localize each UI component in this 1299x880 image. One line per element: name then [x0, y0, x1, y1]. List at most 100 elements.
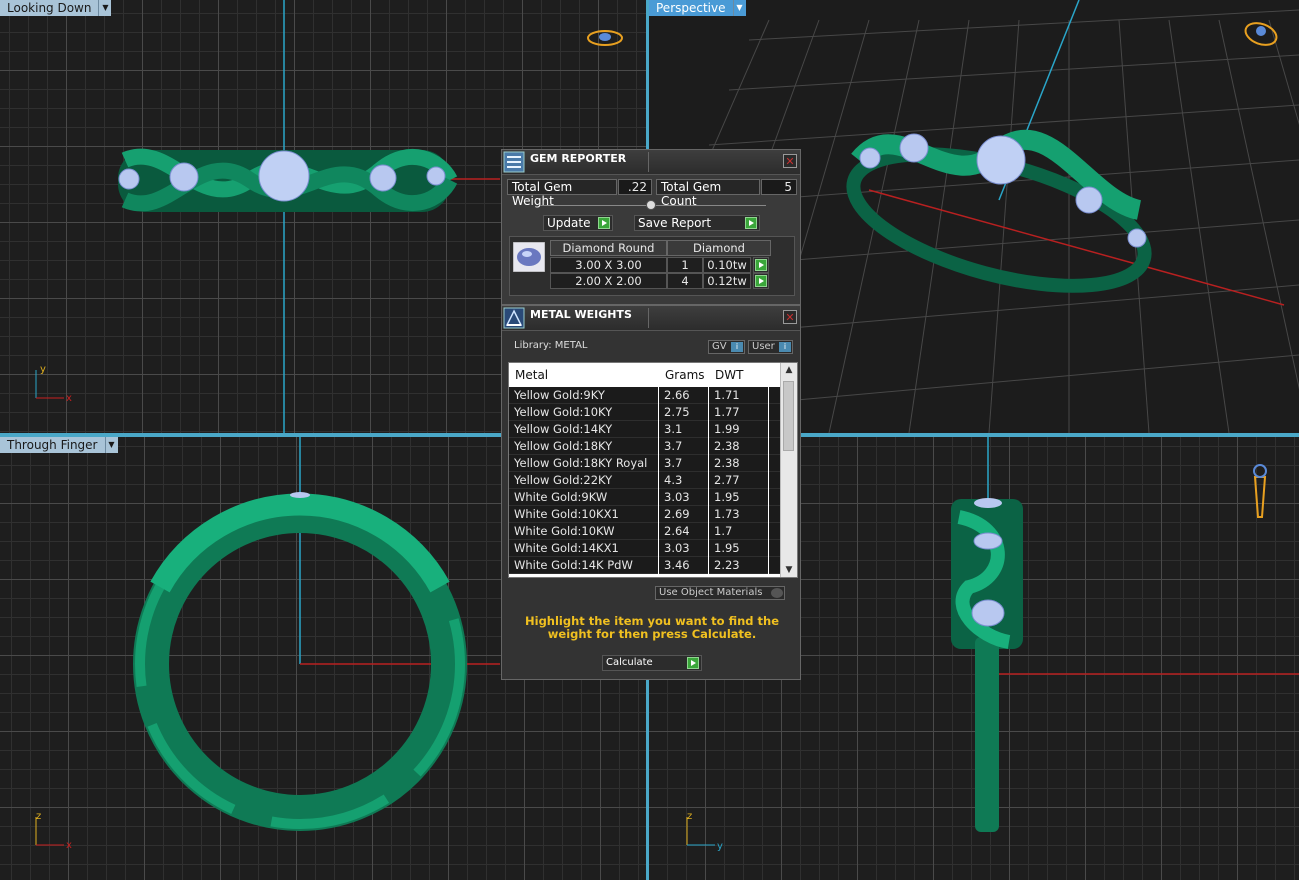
update-button[interactable]: Update [543, 215, 613, 231]
titlebar-grip[interactable] [648, 152, 779, 172]
metal-cell-metal: Yellow Gold:18KY [509, 438, 659, 455]
metal-cell-dwt: 2.38 [709, 438, 769, 455]
gem-table-header-type: Diamond [667, 240, 771, 256]
metal-row[interactable]: Yellow Gold:18KY Royal 3.7 2.38 [509, 455, 781, 472]
metal-cell-metal: Yellow Gold:22KY [509, 472, 659, 489]
metal-cell-dwt: 1.7 [709, 523, 769, 540]
metal-cell-dwt: 2.77 [709, 472, 769, 489]
metal-weights-title: METAL WEIGHTS [530, 308, 632, 321]
metal-row[interactable]: Yellow Gold:9KY 2.66 1.71 [509, 387, 781, 404]
metal-row[interactable]: White Gold:14KX1 3.03 1.95 [509, 540, 781, 557]
metal-cell-grams: 3.46 [659, 557, 709, 574]
column-dwt[interactable]: DWT [715, 368, 743, 382]
info-icon: i [731, 342, 743, 352]
column-metal[interactable]: Metal [515, 368, 548, 382]
metal-cell-metal: Yellow Gold:14KY [509, 421, 659, 438]
play-icon [598, 217, 610, 229]
total-gem-count-label: Total Gem Count [656, 179, 760, 208]
column-grams[interactable]: Grams [665, 368, 705, 382]
chevron-down-icon[interactable]: ▼ [98, 0, 112, 16]
gem-table-header-shape: Diamond Round [550, 240, 667, 256]
metal-cell-metal: White Gold:14KX1 [509, 540, 659, 557]
metal-row[interactable]: Yellow Gold:10KY 2.75 1.77 [509, 404, 781, 421]
metal-cell-grams: 2.66 [659, 387, 709, 404]
ring-nav-icon-perspective [1244, 22, 1278, 46]
ring-nav-icon-side [1253, 464, 1267, 518]
metal-cell-metal: Yellow Gold:18KY Royal [509, 455, 659, 472]
metal-cell-grams: 3.03 [659, 489, 709, 506]
total-gem-count-value: 5 [761, 179, 797, 195]
titlebar-grip[interactable] [648, 308, 779, 328]
close-icon[interactable]: ✕ [783, 154, 797, 168]
gem-row-weight[interactable]: 0.10tw [703, 257, 751, 273]
gem-size-slider[interactable] [540, 200, 766, 210]
gem-row-count[interactable]: 1 [667, 257, 703, 273]
gem-row-count[interactable]: 4 [667, 273, 703, 289]
metal-table-scrollbar[interactable]: ▲ ▼ [780, 363, 797, 577]
gv-toggle[interactable]: GV i [708, 340, 745, 354]
gem-reporter-titlebar[interactable]: GEM REPORTER ✕ [502, 150, 800, 175]
metal-cell-dwt: 1.77 [709, 404, 769, 421]
metal-row[interactable]: White Gold:14K PdW 3.46 2.23 [509, 557, 781, 574]
ring-nav-icon [587, 30, 623, 46]
scroll-down-icon[interactable]: ▼ [781, 563, 797, 577]
metal-cell-dwt: 1.99 [709, 421, 769, 438]
metal-cell-metal: Yellow Gold:10KY [509, 404, 659, 421]
metal-cell-metal: White Gold:10KX1 [509, 506, 659, 523]
metal-row[interactable]: Yellow Gold:18KY 3.7 2.38 [509, 438, 781, 455]
scroll-thumb[interactable] [783, 381, 794, 451]
metal-cell-dwt: 2.38 [709, 455, 769, 472]
gem-row-1-go-button[interactable] [753, 273, 769, 289]
gem-table: Diamond Round Diamond 3.00 X 3.00 1 0.10… [509, 236, 795, 296]
user-toggle[interactable]: User i [748, 340, 793, 354]
gem-row-0-go-button[interactable] [753, 257, 769, 273]
metal-cell-dwt: 1.71 [709, 387, 769, 404]
info-icon: i [779, 342, 791, 352]
save-report-button[interactable]: Save Report [634, 215, 760, 231]
metal-cell-grams: 2.69 [659, 506, 709, 523]
viewport-label-looking-down[interactable]: Looking Down ▼ [0, 0, 112, 16]
ring-perspective-view [846, 129, 1152, 293]
metal-weights-panel: METAL WEIGHTS ✕ Library: METAL GV i User… [501, 305, 801, 680]
metal-cell-grams: 4.3 [659, 472, 709, 489]
chevron-down-icon[interactable]: ▼ [732, 0, 746, 16]
play-icon [755, 275, 767, 287]
metal-cell-dwt: 1.95 [709, 540, 769, 557]
close-icon[interactable]: ✕ [783, 310, 797, 324]
gem-row-size[interactable]: 3.00 X 3.00 [550, 257, 667, 273]
metal-cell-metal: White Gold:9KW [509, 489, 659, 506]
metal-cell-grams: 2.75 [659, 404, 709, 421]
diamond-round-icon [513, 242, 545, 272]
viewport-label-perspective[interactable]: Perspective ▼ [649, 0, 746, 16]
gem-row-weight[interactable]: 0.12tw [703, 273, 751, 289]
gem-reporter-icon [503, 151, 525, 173]
total-gem-weight-label: Total Gem Weight [507, 179, 617, 208]
viewport-label-through-finger[interactable]: Through Finger ▼ [0, 437, 118, 453]
scroll-up-icon[interactable]: ▲ [781, 363, 797, 377]
play-icon [755, 259, 767, 271]
slider-knob[interactable] [646, 200, 656, 210]
chevron-down-icon[interactable]: ▼ [104, 437, 118, 453]
metal-cell-grams: 3.7 [659, 455, 709, 472]
radio-icon [771, 588, 783, 598]
calculate-button[interactable]: Calculate [602, 655, 702, 671]
metal-cell-grams: 2.64 [659, 523, 709, 540]
metal-weights-titlebar[interactable]: METAL WEIGHTS ✕ [502, 306, 800, 331]
metal-cell-dwt: 2.23 [709, 557, 769, 574]
ring-end-view [951, 498, 1023, 832]
play-icon [745, 217, 757, 229]
metal-row[interactable]: White Gold:9KW 3.03 1.95 [509, 489, 781, 506]
use-object-materials-toggle[interactable]: Use Object Materials [655, 586, 785, 600]
metal-table-header: Metal Grams DWT [509, 363, 781, 387]
metal-cell-dwt: 1.73 [709, 506, 769, 523]
metal-row[interactable]: White Gold:10KX1 2.69 1.73 [509, 506, 781, 523]
library-label: Library: METAL [514, 340, 588, 351]
metal-table[interactable]: Metal Grams DWT Yellow Gold:9KY 2.66 1.71 Y… [508, 362, 798, 578]
metal-row[interactable]: Yellow Gold:22KY 4.3 2.77 [509, 472, 781, 489]
metal-cell-metal: White Gold:14K PdW [509, 557, 659, 574]
metal-row[interactable]: Yellow Gold:14KY 3.1 1.99 [509, 421, 781, 438]
metal-weights-icon [503, 307, 525, 329]
metal-row[interactable]: White Gold:10KW 2.64 1.7 [509, 523, 781, 540]
gem-row-size[interactable]: 2.00 X 2.00 [550, 273, 667, 289]
calculate-hint: Highlight the item you want to find the … [525, 614, 779, 641]
